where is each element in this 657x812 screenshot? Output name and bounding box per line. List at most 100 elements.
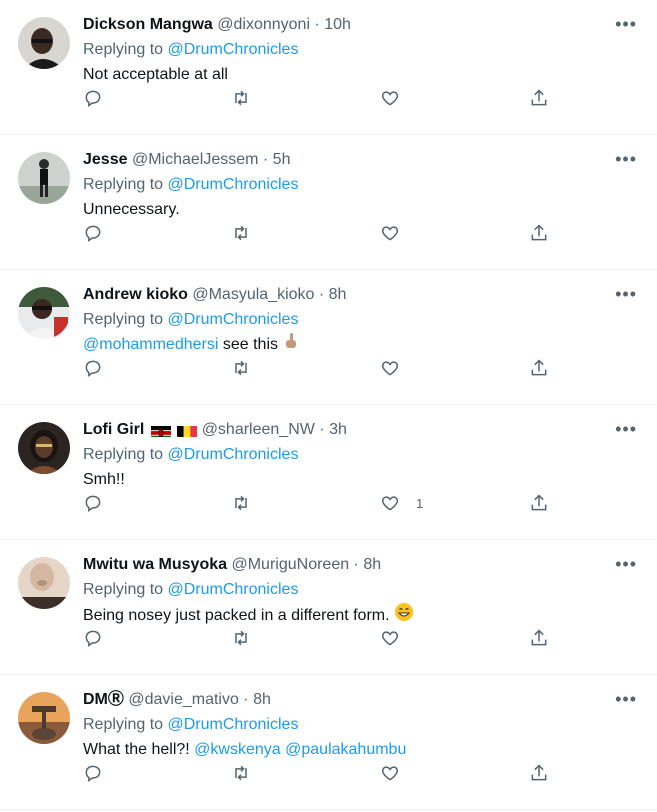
replying-to-link[interactable]: @DrumChronicles bbox=[168, 716, 299, 733]
share-button[interactable] bbox=[529, 88, 549, 108]
reply-text: Being nosey just packed in a different f… bbox=[83, 607, 390, 625]
more-icon: ••• bbox=[615, 554, 637, 574]
share-button[interactable] bbox=[529, 358, 549, 378]
timestamp[interactable]: 8h bbox=[363, 556, 381, 573]
author-handle[interactable]: @MichaelJessem bbox=[132, 151, 259, 168]
author-handle[interactable]: @MuriguNoreen bbox=[231, 556, 349, 573]
separator: · bbox=[310, 16, 325, 33]
retweet-button[interactable] bbox=[231, 628, 251, 648]
author-name[interactable]: Mwitu wa Musyoka bbox=[83, 556, 227, 573]
author-handle[interactable]: @sharleen_NW bbox=[202, 421, 315, 438]
retweet-button[interactable] bbox=[231, 88, 251, 108]
separator: · bbox=[314, 286, 329, 303]
share-button[interactable] bbox=[529, 223, 549, 243]
more-options-button[interactable]: ••• bbox=[615, 419, 637, 439]
author-handle[interactable]: @davie_mativo bbox=[128, 691, 239, 708]
author-name[interactable]: Andrew kioko bbox=[83, 286, 188, 303]
retweet-button[interactable] bbox=[231, 493, 251, 513]
avatar[interactable] bbox=[18, 287, 70, 339]
avatar[interactable] bbox=[18, 422, 70, 474]
timestamp[interactable]: 10h bbox=[324, 16, 351, 33]
share-icon bbox=[531, 494, 547, 511]
timestamp[interactable]: 8h bbox=[253, 691, 271, 708]
replying-to-link[interactable]: @DrumChronicles bbox=[168, 311, 299, 328]
reply-tweet[interactable]: DMⓇ @davie_mativo · 8h Replying to @Drum… bbox=[0, 675, 657, 810]
more-options-button[interactable]: ••• bbox=[615, 284, 637, 304]
reply-text: see this bbox=[218, 336, 278, 354]
reply-tweet[interactable]: Mwitu wa Musyoka @MuriguNoreen · 8h Repl… bbox=[0, 540, 657, 675]
author-name[interactable]: DMⓇ bbox=[83, 691, 124, 708]
avatar[interactable] bbox=[18, 17, 70, 69]
avatar[interactable] bbox=[18, 557, 70, 609]
avatar[interactable] bbox=[18, 152, 70, 204]
author-handle[interactable]: @Masyula_kioko bbox=[192, 286, 314, 303]
retweet-icon bbox=[235, 495, 247, 511]
reply-tweet[interactable]: Andrew kioko @Masyula_kioko · 8h Replyin… bbox=[0, 270, 657, 405]
retweet-button[interactable] bbox=[231, 763, 251, 783]
share-button[interactable] bbox=[529, 493, 549, 513]
mention-link[interactable]: @paulakahumbu bbox=[285, 741, 406, 758]
like-button[interactable] bbox=[380, 358, 416, 378]
heart-icon bbox=[381, 766, 399, 781]
replying-to-link[interactable]: @DrumChronicles bbox=[168, 41, 299, 58]
like-button[interactable]: 1 bbox=[380, 493, 423, 513]
heart-icon bbox=[381, 631, 399, 646]
share-icon bbox=[531, 764, 547, 781]
replying-to-link[interactable]: @DrumChronicles bbox=[168, 581, 299, 598]
mention-link[interactable]: @kwskenya bbox=[194, 741, 281, 758]
reply-button[interactable] bbox=[83, 88, 103, 108]
replying-to-link[interactable]: @DrumChronicles bbox=[168, 446, 299, 463]
like-count: 1 bbox=[416, 495, 424, 511]
reply-icon bbox=[85, 630, 101, 647]
retweet-button[interactable] bbox=[231, 223, 251, 243]
share-button[interactable] bbox=[529, 763, 549, 783]
retweet-icon bbox=[235, 225, 247, 241]
reply-icon bbox=[85, 90, 101, 107]
more-options-button[interactable]: ••• bbox=[615, 554, 637, 574]
like-button[interactable] bbox=[380, 628, 416, 648]
share-icon bbox=[531, 629, 547, 646]
reply-icon bbox=[85, 765, 101, 782]
belgium-flag-emoji bbox=[177, 423, 198, 437]
retweet-icon bbox=[235, 90, 247, 106]
replying-label: Replying to bbox=[83, 581, 164, 598]
timestamp[interactable]: 5h bbox=[273, 151, 291, 168]
more-options-button[interactable]: ••• bbox=[615, 14, 637, 34]
replying-to-link[interactable]: @DrumChronicles bbox=[168, 176, 299, 193]
author-name[interactable]: Dickson Mangwa bbox=[83, 16, 213, 33]
more-icon: ••• bbox=[615, 14, 637, 34]
replying-label: Replying to bbox=[83, 41, 164, 58]
reply-tweet[interactable]: Jesse @MichaelJessem · 5h Replying to @D… bbox=[0, 135, 657, 270]
like-button[interactable] bbox=[380, 88, 416, 108]
like-button[interactable] bbox=[380, 223, 416, 243]
reply-tweet[interactable]: Lofi Girl @sharleen_NW · 3h Replying to … bbox=[0, 405, 657, 540]
like-button[interactable] bbox=[380, 763, 416, 783]
more-icon: ••• bbox=[615, 284, 637, 304]
reply-tweet[interactable]: Dickson Mangwa @dixonnyoni · 10h Replyin… bbox=[0, 0, 657, 135]
grinning-face-emoji bbox=[394, 602, 414, 630]
author-handle[interactable]: @dixonnyoni bbox=[217, 16, 310, 33]
more-icon: ••• bbox=[615, 149, 637, 169]
timestamp[interactable]: 8h bbox=[329, 286, 347, 303]
reply-button[interactable] bbox=[83, 628, 103, 648]
heart-icon bbox=[381, 361, 399, 376]
timestamp[interactable]: 3h bbox=[329, 421, 347, 438]
reply-button[interactable] bbox=[83, 763, 103, 783]
retweet-button[interactable] bbox=[231, 358, 251, 378]
author-name[interactable]: Lofi Girl bbox=[83, 421, 144, 438]
avatar[interactable] bbox=[18, 692, 70, 744]
reply-button[interactable] bbox=[83, 358, 103, 378]
share-icon bbox=[531, 224, 547, 241]
replying-label: Replying to bbox=[83, 176, 164, 193]
reply-icon bbox=[85, 360, 101, 377]
author-name[interactable]: Jesse bbox=[83, 151, 128, 168]
kenya-flag-emoji bbox=[150, 423, 171, 437]
more-options-button[interactable]: ••• bbox=[615, 689, 637, 709]
reply-icon bbox=[85, 225, 101, 242]
mention-link[interactable]: @mohammedhersi bbox=[83, 336, 218, 353]
more-options-button[interactable]: ••• bbox=[615, 149, 637, 169]
reply-button[interactable] bbox=[83, 493, 103, 513]
reply-button[interactable] bbox=[83, 223, 103, 243]
reply-text: Not acceptable at all bbox=[83, 66, 228, 83]
share-button[interactable] bbox=[529, 628, 549, 648]
